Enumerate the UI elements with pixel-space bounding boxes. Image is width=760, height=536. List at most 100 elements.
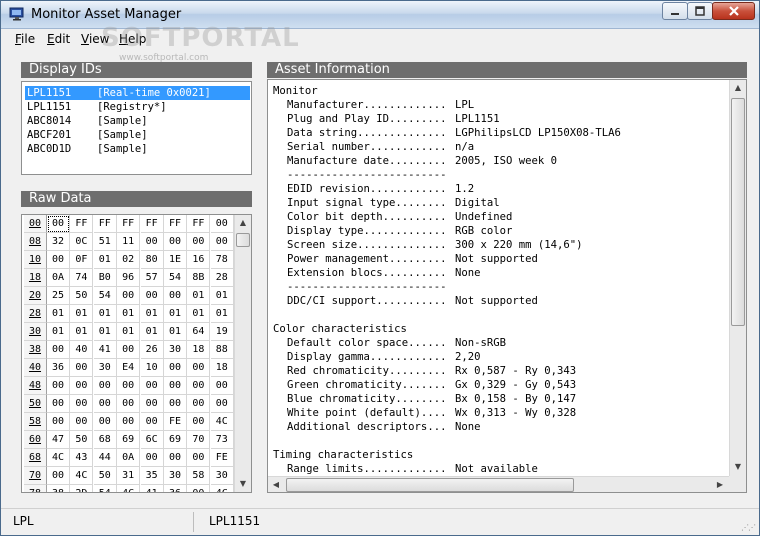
raw-data-byte[interactable]: 38: [47, 485, 70, 492]
raw-data-byte[interactable]: 01: [70, 323, 94, 341]
raw-data-byte[interactable]: 18: [210, 359, 234, 377]
asset-info-vscrollbar[interactable]: ▲ ▼: [729, 80, 746, 476]
asset-info-text[interactable]: Monitor Manufacturer............. LPL Plug …: [267, 79, 747, 493]
raw-data-byte[interactable]: FF: [93, 215, 117, 233]
menu-file[interactable]: File: [15, 32, 35, 46]
raw-data-byte[interactable]: 44: [93, 449, 117, 467]
raw-data-byte[interactable]: 00: [210, 395, 234, 413]
raw-data-byte[interactable]: 0A: [47, 269, 70, 287]
raw-data-byte[interactable]: 01: [187, 305, 211, 323]
raw-data-byte[interactable]: 0A: [117, 449, 141, 467]
raw-data-byte[interactable]: 00: [117, 341, 141, 359]
raw-data-byte[interactable]: 00: [210, 377, 234, 395]
raw-data-vscrollbar[interactable]: ▲ ▼: [234, 215, 251, 492]
raw-data-byte[interactable]: 1E: [164, 251, 187, 269]
raw-data-byte[interactable]: 01: [210, 305, 234, 323]
raw-data-byte[interactable]: 50: [93, 467, 117, 485]
raw-data-byte[interactable]: 00: [140, 287, 164, 305]
raw-data-byte[interactable]: 73: [210, 431, 234, 449]
display-id-item[interactable]: LPL1151 [Registry*]: [25, 100, 250, 114]
raw-data-byte[interactable]: 01: [164, 305, 187, 323]
raw-data-byte[interactable]: 00: [47, 377, 70, 395]
raw-data-byte[interactable]: 00: [70, 377, 94, 395]
raw-data-byte[interactable]: FF: [117, 215, 141, 233]
raw-data-byte[interactable]: 40: [70, 341, 94, 359]
raw-data-byte[interactable]: 69: [117, 431, 141, 449]
scroll-thumb[interactable]: [731, 98, 745, 326]
raw-data-byte[interactable]: 02: [117, 251, 141, 269]
raw-data-byte[interactable]: 00: [47, 395, 70, 413]
scroll-left-arrow[interactable]: ◀: [268, 477, 284, 492]
raw-data-byte[interactable]: 18: [187, 341, 211, 359]
raw-data-byte[interactable]: 57: [140, 269, 164, 287]
raw-data-byte[interactable]: 01: [140, 305, 164, 323]
raw-data-byte[interactable]: 00: [187, 377, 211, 395]
raw-data-byte[interactable]: 35: [140, 467, 164, 485]
scroll-thumb[interactable]: [236, 233, 250, 247]
raw-data-byte[interactable]: 01: [210, 287, 234, 305]
display-ids-list[interactable]: LPL1151 [Real-time 0x0021] LPL1151 [Regist…: [21, 81, 252, 175]
scroll-down-arrow[interactable]: ▼: [235, 476, 251, 492]
resize-grip-icon[interactable]: ⋰⋰: [741, 523, 756, 532]
raw-data-byte[interactable]: 4C: [47, 449, 70, 467]
raw-data-byte[interactable]: 36: [164, 485, 187, 492]
scroll-down-arrow[interactable]: ▼: [730, 459, 746, 475]
raw-data-byte[interactable]: 00: [187, 233, 211, 251]
raw-data-byte[interactable]: 4C: [211, 485, 234, 492]
raw-data-byte[interactable]: 58: [187, 467, 211, 485]
raw-data-byte[interactable]: 43: [70, 449, 94, 467]
raw-data-byte[interactable]: 00: [187, 413, 211, 431]
raw-data-byte[interactable]: 01: [93, 323, 117, 341]
raw-data-byte[interactable]: 01: [93, 251, 117, 269]
raw-data-byte[interactable]: 28: [210, 269, 234, 287]
raw-data-byte[interactable]: 19: [210, 323, 234, 341]
raw-data-byte[interactable]: 74: [70, 269, 94, 287]
raw-data-byte[interactable]: FF: [70, 215, 94, 233]
raw-data-byte[interactable]: E4: [117, 359, 141, 377]
raw-data-byte[interactable]: 00: [140, 395, 164, 413]
raw-data-byte[interactable]: 00: [117, 287, 141, 305]
scroll-thumb[interactable]: [286, 478, 574, 492]
raw-data-byte[interactable]: 00: [93, 413, 117, 431]
raw-data-byte[interactable]: 4C: [210, 413, 234, 431]
raw-data-byte[interactable]: 00: [47, 251, 70, 269]
raw-data-byte[interactable]: 00: [117, 395, 141, 413]
raw-data-byte[interactable]: 01: [140, 323, 164, 341]
raw-data-byte[interactable]: 51: [93, 233, 117, 251]
raw-data-byte[interactable]: 25: [47, 287, 70, 305]
raw-data-byte[interactable]: 00: [164, 359, 187, 377]
raw-data-byte[interactable]: 00: [117, 413, 141, 431]
raw-data-byte[interactable]: 80: [140, 251, 164, 269]
raw-data-byte[interactable]: 96: [117, 269, 141, 287]
raw-data-byte[interactable]: 36: [47, 359, 70, 377]
raw-data-byte[interactable]: 01: [117, 305, 141, 323]
raw-data-byte[interactable]: 01: [70, 305, 94, 323]
raw-data-byte[interactable]: 01: [93, 305, 117, 323]
raw-data-byte[interactable]: 00: [187, 359, 211, 377]
raw-data-byte[interactable]: 00: [47, 341, 70, 359]
maximize-button[interactable]: [687, 2, 713, 20]
raw-data-byte[interactable]: FE: [210, 449, 234, 467]
raw-data-byte[interactable]: 2D: [70, 485, 94, 492]
raw-data-byte[interactable]: FF: [187, 215, 211, 233]
raw-data-byte[interactable]: 50: [70, 431, 94, 449]
raw-data-byte[interactable]: 64: [187, 323, 211, 341]
raw-data-byte[interactable]: 31: [117, 467, 141, 485]
raw-data-byte[interactable]: 01: [117, 323, 141, 341]
close-button[interactable]: [712, 2, 755, 20]
raw-data-byte[interactable]: 68: [93, 431, 117, 449]
scroll-up-arrow[interactable]: ▲: [730, 80, 746, 96]
raw-data-byte[interactable]: 0F: [70, 251, 94, 269]
raw-data-byte[interactable]: 69: [164, 431, 187, 449]
raw-data-byte[interactable]: 01: [164, 323, 187, 341]
raw-data-byte[interactable]: 88: [210, 341, 234, 359]
raw-data-grid[interactable]: 00 00 FF FF FF FF FF FF 00 08 32 0C 51 11 00 00 00 00 10 00…: [21, 214, 252, 493]
raw-data-byte[interactable]: 00: [187, 485, 211, 492]
raw-data-byte[interactable]: 00: [140, 377, 164, 395]
raw-data-byte[interactable]: 41: [141, 485, 164, 492]
asset-info-hscrollbar[interactable]: ◀ ▶: [268, 476, 729, 492]
raw-data-byte[interactable]: 00: [164, 449, 187, 467]
raw-data-byte[interactable]: 54: [164, 269, 187, 287]
raw-data-byte[interactable]: 30: [164, 341, 187, 359]
raw-data-byte[interactable]: 26: [140, 341, 164, 359]
